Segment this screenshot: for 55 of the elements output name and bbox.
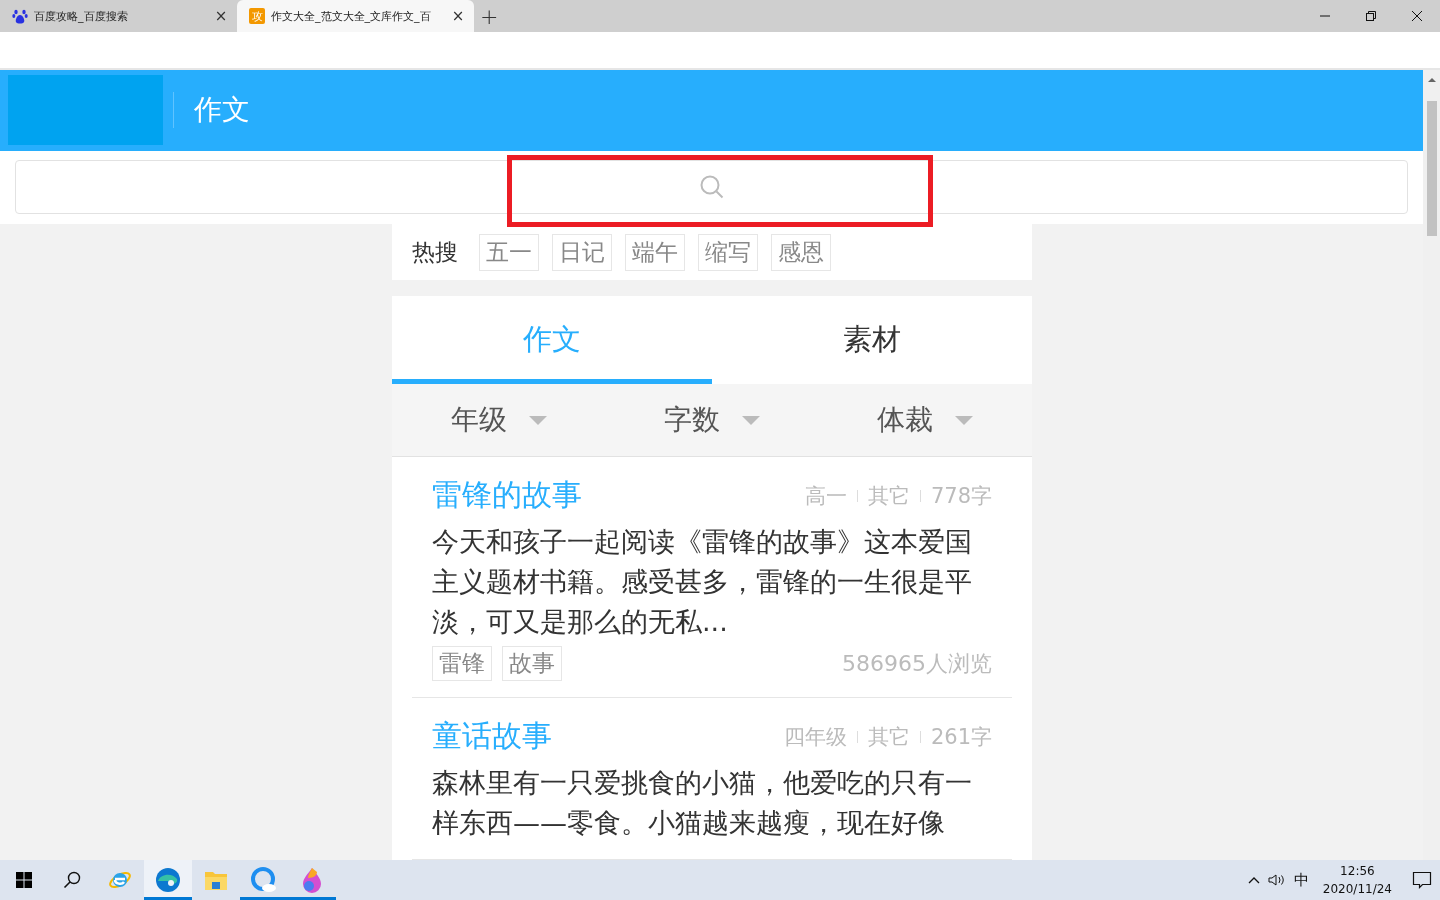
- new-tab-button[interactable]: +: [480, 4, 499, 29]
- article-tag[interactable]: 雷锋: [432, 646, 492, 681]
- clock[interactable]: 12:56 2020/11/24: [1322, 862, 1392, 898]
- chevron-up-icon[interactable]: [1247, 876, 1260, 884]
- caret-icon: [528, 415, 547, 425]
- content-tab[interactable]: 素材: [712, 296, 1032, 384]
- article-excerpt: 森林里有一只爱挑食的小猫，他爱吃的只有一样东西——零食。小猫越来越瘦，现在好像: [432, 766, 973, 840]
- clock-date: 2020/11/24: [1322, 881, 1392, 898]
- hot-search-tag[interactable]: 五一: [479, 233, 539, 271]
- speaker-icon[interactable]: [1267, 873, 1286, 887]
- windows-icon: [16, 872, 32, 888]
- article-meta: 778字: [930, 482, 992, 510]
- hot-search-tag[interactable]: 缩写: [698, 233, 758, 271]
- article-meta: 261字: [930, 723, 992, 751]
- browser-tab[interactable]: 百度攻略_百度搜索 ×: [0, 0, 237, 32]
- filter-label: 年级: [450, 402, 507, 438]
- scroll-up-icon[interactable]: [1427, 76, 1436, 84]
- article-meta: 其它: [867, 723, 910, 751]
- tab-title: 百度攻略_百度搜索: [34, 8, 129, 24]
- notification-icon[interactable]: [1412, 871, 1432, 889]
- close-icon[interactable]: ×: [213, 7, 229, 25]
- caret-icon: [742, 415, 760, 425]
- article-meta: 其它: [867, 482, 910, 510]
- clock-time: 12:56: [1340, 863, 1375, 880]
- tab-title: 作文大全_范文大全_文库作文_百: [271, 8, 432, 24]
- article-tag[interactable]: 故事: [502, 646, 562, 681]
- filter-dropdown[interactable]: 体裁: [877, 401, 974, 439]
- hot-search-label: 热搜: [412, 237, 458, 267]
- drop-icon: [301, 867, 323, 893]
- page-title: 作文: [194, 92, 250, 129]
- search-icon: [698, 174, 725, 201]
- hot-search-tag[interactable]: 端午: [625, 233, 685, 271]
- hot-search-tag[interactable]: 日记: [552, 233, 612, 271]
- browser-tab[interactable]: 攻 作文大全_范文大全_文库作文_百 ×: [237, 0, 474, 32]
- view-count: 586965人浏览: [842, 649, 992, 678]
- taskbar-app[interactable]: [144, 860, 192, 900]
- hot-search-tag[interactable]: 感恩: [771, 233, 831, 271]
- filter-dropdown[interactable]: 年级: [450, 401, 547, 439]
- input-method-indicator[interactable]: 中: [1293, 870, 1309, 890]
- filter-dropdown[interactable]: 字数: [664, 401, 760, 439]
- folder-icon: [204, 869, 228, 891]
- close-icon[interactable]: ×: [450, 7, 466, 25]
- search-field[interactable]: [15, 160, 1408, 215]
- browser-wave-icon: [155, 867, 181, 893]
- favicon-badge: 攻: [249, 8, 265, 24]
- paw-icon: [12, 8, 28, 24]
- caret-icon: [955, 415, 974, 425]
- search-icon: [63, 871, 81, 889]
- scrollbar-thumb[interactable]: [1426, 101, 1437, 236]
- filter-label: 体裁: [877, 402, 934, 438]
- article-excerpt: 今天和孩子一起阅读《雷锋的故事》这本爱国主义题材书籍。感受甚多，雷锋的一生很是平淡，可又是那么的无私...: [432, 525, 973, 639]
- browser-cloud-icon: [251, 867, 277, 893]
- article-meta: 四年级: [783, 723, 847, 751]
- article-meta: 高一: [804, 482, 847, 510]
- filter-label: 字数: [664, 402, 720, 438]
